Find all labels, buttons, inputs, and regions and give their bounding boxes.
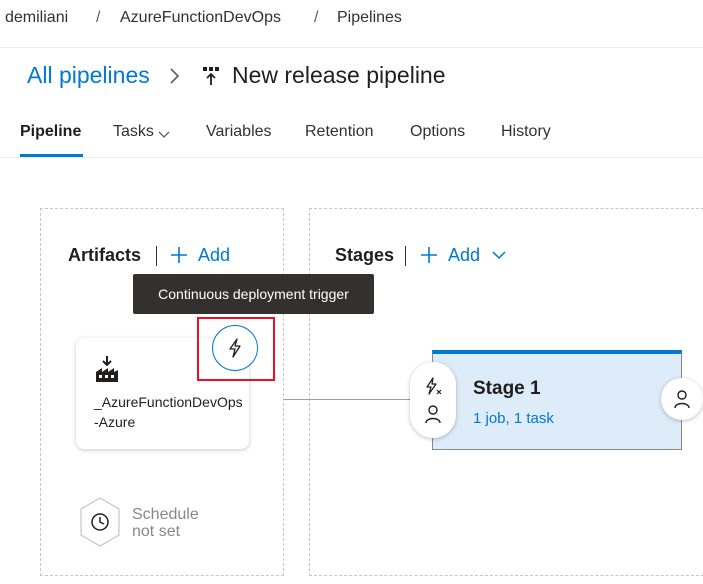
tab-history[interactable]: History <box>501 123 551 141</box>
divider <box>156 246 157 266</box>
person-icon <box>674 390 690 409</box>
build-artifact-icon <box>96 356 118 382</box>
breadcrumb-pipelines[interactable]: Pipelines <box>337 9 402 27</box>
add-stage-label: Add <box>448 244 481 265</box>
artifacts-heading: Artifacts <box>68 245 142 265</box>
chevron-down-icon[interactable] <box>492 250 506 260</box>
tab-bar: Pipeline Tasks Variables Retention Optio… <box>0 112 703 158</box>
stage-card[interactable]: Stage 1 1 job, 1 task <box>432 350 682 450</box>
release-pipeline-icon <box>203 67 219 85</box>
add-artifact-button[interactable]: Add <box>170 243 230 267</box>
divider <box>405 246 406 266</box>
tab-options[interactable]: Options <box>410 123 465 141</box>
breadcrumb: demiliani / AzureFunctionDevOps / Pipeli… <box>0 0 703 48</box>
tab-variables[interactable]: Variables <box>206 123 272 141</box>
tab-retention[interactable]: Retention <box>305 123 374 141</box>
plus-icon <box>171 247 187 263</box>
tab-pipeline[interactable]: Pipeline <box>20 123 81 141</box>
pre-deployment-approvers-button[interactable] <box>421 402 445 426</box>
person-icon <box>425 405 441 424</box>
breadcrumb-separator: / <box>96 9 101 26</box>
add-stage-button[interactable]: Add <box>420 243 506 267</box>
plus-icon <box>421 247 437 263</box>
chevron-right-icon <box>170 68 180 84</box>
schedule-button[interactable] <box>78 496 122 548</box>
pre-deployment-trigger-button[interactable] <box>421 374 445 398</box>
artifact-stage-connector <box>284 399 414 400</box>
pre-deployment-conditions <box>410 362 456 438</box>
highlight-box <box>197 317 275 381</box>
stage-name: Stage 1 <box>473 378 541 399</box>
add-artifact-label: Add <box>198 244 231 265</box>
artifact-name: _AzureFunctionDevOps-Azure <box>94 394 243 430</box>
page-title: New release pipeline <box>232 62 446 88</box>
chevron-down-icon[interactable] <box>158 129 170 139</box>
stages-heading: Stages <box>335 245 395 265</box>
post-deployment-approvers-button[interactable] <box>661 378 703 420</box>
tab-tasks[interactable]: Tasks <box>113 123 154 141</box>
active-tab-indicator <box>20 154 83 157</box>
all-pipelines-link[interactable]: All pipelines <box>27 62 150 89</box>
breadcrumb-project[interactable]: AzureFunctionDevOps <box>120 9 281 27</box>
tooltip: Continuous deployment trigger <box>133 274 374 314</box>
stage-summary-link[interactable]: 1 job, 1 task <box>473 410 554 427</box>
schedule-label: Schedule not set <box>132 506 199 540</box>
breadcrumb-separator: / <box>314 9 319 26</box>
tooltip-text: Continuous deployment trigger <box>158 286 349 302</box>
breadcrumb-organization[interactable]: demiliani <box>5 9 68 27</box>
pre-deployment-trigger-icon <box>426 377 442 395</box>
